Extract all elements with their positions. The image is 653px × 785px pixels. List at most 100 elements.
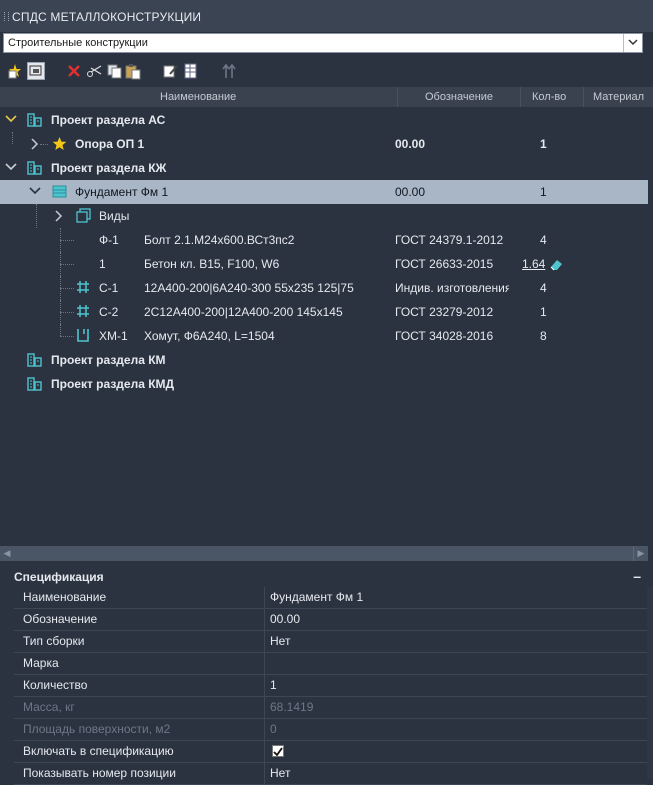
paste-icon[interactable]: [124, 62, 142, 80]
tree-row-position: ХМ-1: [99, 329, 128, 343]
properties-grid: Наименование Фундамент Фм 1 Обозначение …: [14, 587, 647, 785]
chevron-down-icon[interactable]: [623, 34, 642, 52]
chevron-down-icon[interactable]: [5, 115, 17, 124]
tree-row-label: Фундамент Фм 1: [75, 185, 169, 199]
tree-row-label: 2С12А400-200|12А400-200 145х145: [144, 305, 343, 319]
panel-titlebar[interactable]: СПДС МЕТАЛЛОКОНСТРУКЦИИ: [0, 0, 653, 32]
table-icon[interactable]: [182, 62, 200, 80]
property-key: Масса, кг: [23, 700, 75, 714]
tree-row[interactable]: Проект раздела КМ: [0, 348, 648, 372]
property-key: Марка: [23, 656, 59, 670]
tree-row[interactable]: Виды: [0, 204, 648, 228]
tree-row-qty: 4: [540, 233, 547, 247]
tree-guide-line: [60, 312, 74, 313]
property-key: Обозначение: [23, 612, 98, 626]
property-row[interactable]: Наименование Фундамент Фм 1: [14, 587, 647, 609]
tree-row-designation: ГОСТ 23279-2012: [395, 305, 494, 319]
property-value[interactable]: Нет: [270, 766, 290, 780]
tree-row-designation: ГОСТ 26633-2015: [395, 257, 494, 271]
tree-row[interactable]: ХМ-1 Хомут, Ф6А240, L=1504 ГОСТ 34028-20…: [0, 324, 648, 348]
property-value[interactable]: Фундамент Фм 1: [270, 590, 363, 604]
property-key: Включать в спецификацию: [23, 744, 174, 758]
property-row[interactable]: Обозначение 00.00: [14, 609, 647, 631]
tree-guide-line: [40, 144, 48, 145]
tree-row[interactable]: С-1 12А400-200|6А240-300 55х235 125|75 И…: [0, 276, 648, 300]
tree-row-label: Опора ОП 1: [75, 137, 145, 151]
scroll-left-icon[interactable]: ◀: [0, 546, 14, 561]
tree-row-qty: 1: [540, 137, 547, 151]
move-up-icon[interactable]: [220, 62, 238, 80]
tree-row[interactable]: Проект раздела АС: [0, 108, 648, 132]
tree-row-position: С-2: [99, 305, 119, 319]
tree-row-selected[interactable]: Фундамент Фм 1 00.00 1: [0, 180, 648, 204]
cut-icon[interactable]: [85, 62, 103, 80]
property-row-disabled: Масса, кг 68.1419: [14, 697, 647, 719]
tree-row[interactable]: Проект раздела КЖ: [0, 156, 648, 180]
tree-row-qty: 1: [540, 185, 547, 199]
property-value[interactable]: Нет: [270, 634, 290, 648]
tree-row-label: Виды: [99, 209, 130, 223]
chevron-down-icon[interactable]: [29, 187, 41, 196]
property-row[interactable]: Включать в спецификацию: [14, 741, 647, 763]
property-value[interactable]: 1: [270, 678, 277, 692]
chevron-right-icon[interactable]: [31, 138, 39, 150]
copy-icon[interactable]: [105, 62, 123, 80]
tree-row-qty: 8: [540, 329, 547, 343]
chevron-right-icon[interactable]: [55, 210, 63, 222]
tree-row[interactable]: Ф-1 Болт 2.1.М24х600.ВСт3пс2 ГОСТ 24379.…: [0, 228, 648, 252]
spec-section-title: Спецификация: [14, 570, 104, 584]
tree-row[interactable]: Проект раздела КМД: [0, 372, 648, 396]
tree-row[interactable]: С-2 2С12А400-200|12А400-200 145х145 ГОСТ…: [0, 300, 648, 324]
tree-guide-line: [60, 336, 74, 337]
tree-row-qty: 1: [540, 305, 547, 319]
tree-row-label: Проект раздела КЖ: [51, 161, 167, 175]
tree-row-designation: Индив. изготовления: [395, 281, 509, 295]
tree-guide-line: [60, 264, 74, 265]
tree-row[interactable]: 1 Бетон кл. B15, F100, W6 ГОСТ 26633-201…: [0, 252, 648, 276]
tree-row-qty-link[interactable]: 1.64: [522, 257, 545, 271]
column-divider[interactable]: [520, 87, 521, 107]
new-star-icon[interactable]: [6, 62, 24, 80]
property-row[interactable]: Количество 1: [14, 675, 647, 697]
column-name-header[interactable]: Наименование: [160, 91, 236, 103]
tree-row[interactable]: Опора ОП 1 00.00 1: [0, 132, 648, 156]
tree-row-label: Болт 2.1.М24х600.ВСт3пс2: [144, 233, 295, 247]
property-row[interactable]: Марка: [14, 653, 647, 675]
column-divider[interactable]: [397, 87, 398, 107]
tree-guide-line: [60, 288, 74, 289]
column-designation-header[interactable]: Обозначение: [425, 91, 493, 103]
collapse-icon[interactable]: –: [633, 568, 641, 584]
views-icon: [76, 208, 91, 223]
column-material-header[interactable]: Материал: [593, 91, 644, 103]
tree-row-position: Ф-1: [99, 233, 119, 247]
column-qty-header[interactable]: Кол-во: [532, 91, 566, 103]
section-dropdown[interactable]: Строительные конструкции: [3, 33, 643, 53]
view-toggle-icon[interactable]: [27, 62, 45, 80]
chevron-down-icon[interactable]: [5, 163, 17, 172]
property-row[interactable]: Тип сборки Нет: [14, 631, 647, 653]
include-in-spec-checkbox[interactable]: [272, 745, 284, 757]
property-value: 68.1419: [270, 700, 314, 714]
scroll-right-icon[interactable]: ▶: [633, 546, 648, 561]
horizontal-scrollbar[interactable]: ◀ ▶: [0, 546, 648, 561]
drag-grip-icon[interactable]: [4, 12, 9, 21]
clamp-icon: [77, 329, 89, 342]
tree-row-designation: ГОСТ 34028-2016: [395, 329, 494, 343]
tree-guide-line: [60, 240, 74, 241]
delete-icon[interactable]: [65, 62, 83, 80]
property-key: Площадь поверхности, м2: [23, 722, 171, 736]
properties-scroll-gutter[interactable]: [647, 587, 653, 779]
tree-row-designation: 00.00: [395, 137, 426, 151]
foundation-icon: [52, 185, 67, 198]
eraser-icon[interactable]: [549, 257, 563, 271]
spec-section-header[interactable]: Спецификация –: [0, 566, 653, 586]
property-row[interactable]: Показывать номер позиции Нет: [14, 763, 647, 785]
column-divider[interactable]: [583, 87, 584, 107]
property-key: Показывать номер позиции: [23, 766, 176, 780]
tree-guide-line: [36, 204, 37, 228]
rebar-mesh-icon: [77, 305, 89, 317]
property-value[interactable]: 00.00: [270, 612, 300, 626]
tree-row-position: 1: [99, 257, 106, 271]
checkmark-icon: [273, 747, 283, 757]
edit-icon[interactable]: [162, 62, 180, 80]
